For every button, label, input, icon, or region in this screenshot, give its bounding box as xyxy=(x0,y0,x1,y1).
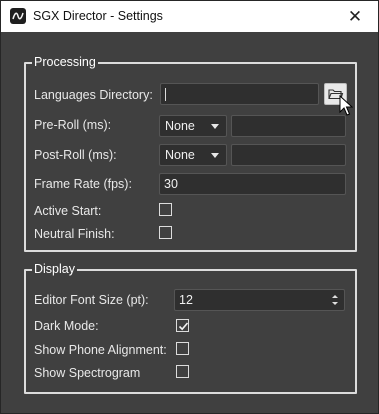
post-roll-dropdown[interactable]: None xyxy=(159,144,227,166)
pre-roll-input[interactable] xyxy=(231,115,346,137)
neutral-finish-label: Neutral Finish: xyxy=(34,227,115,241)
show-spectrogram-label: Show Spectrogram xyxy=(34,366,141,380)
settings-window: SGX Director - Settings ✕ Processing Lan… xyxy=(0,0,379,414)
mouse-pointer-icon xyxy=(339,95,353,116)
display-group-title: Display xyxy=(32,262,77,276)
show-phone-alignment-label: Show Phone Alignment: xyxy=(34,343,167,357)
active-start-checkbox[interactable] xyxy=(159,203,172,216)
editor-font-size-label: Editor Font Size (pt): xyxy=(34,293,149,307)
post-roll-input[interactable] xyxy=(231,144,346,166)
neutral-finish-checkbox[interactable] xyxy=(159,226,172,239)
post-roll-label: Post-Roll (ms): xyxy=(34,148,117,162)
title-bar[interactable]: SGX Director - Settings ✕ xyxy=(1,1,378,32)
chevron-down-icon xyxy=(211,124,219,129)
languages-directory-input[interactable] xyxy=(160,83,319,105)
close-button[interactable]: ✕ xyxy=(332,1,378,32)
sgx-app-icon xyxy=(10,8,26,24)
frame-rate-label: Frame Rate (fps): xyxy=(34,177,132,191)
window-title: SGX Director - Settings xyxy=(33,9,163,23)
editor-font-size-spinbox[interactable]: 12 xyxy=(174,289,345,311)
processing-group-title: Processing xyxy=(32,55,98,69)
show-phone-alignment-checkbox[interactable] xyxy=(176,342,189,355)
chevron-down-icon xyxy=(211,153,219,158)
editor-font-size-value: 12 xyxy=(179,293,193,307)
checkmark-icon xyxy=(178,322,189,331)
dark-mode-checkbox[interactable] xyxy=(176,319,189,332)
pre-roll-selected: None xyxy=(165,119,195,133)
pre-roll-dropdown[interactable]: None xyxy=(159,115,227,137)
languages-directory-label: Languages Directory: xyxy=(34,88,153,102)
pre-roll-label: Pre-Roll (ms): xyxy=(34,118,112,132)
active-start-label: Active Start: xyxy=(34,204,102,218)
spin-arrows-icon[interactable] xyxy=(330,293,340,307)
close-icon: ✕ xyxy=(347,6,363,26)
post-roll-selected: None xyxy=(165,148,195,162)
show-spectrogram-checkbox[interactable] xyxy=(176,365,189,378)
dark-mode-label: Dark Mode: xyxy=(34,319,99,333)
frame-rate-input[interactable]: 30 xyxy=(159,173,346,195)
